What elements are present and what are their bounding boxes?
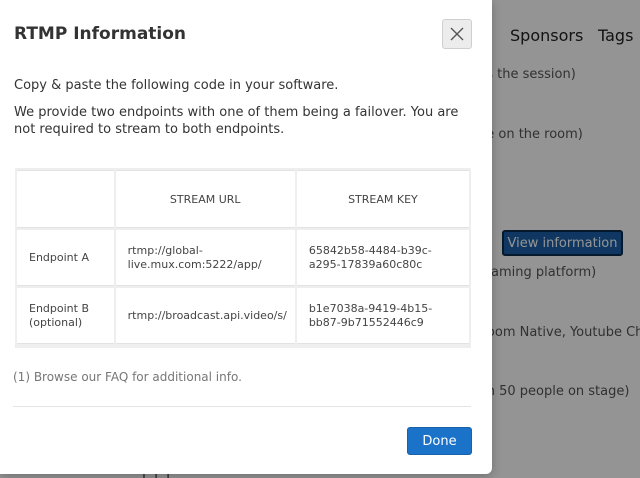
table-row: Endpoint B (optional) rtmp://broadcast.a… [17, 288, 469, 344]
faq-note: (1) Browse our FAQ for additional info. [13, 370, 242, 384]
table-row: Endpoint A rtmp://global-live.mux.com:52… [17, 230, 469, 286]
stream-url[interactable]: rtmp://broadcast.api.video/s/ [115, 288, 295, 344]
close-icon [450, 27, 464, 41]
instruction-text: Copy & paste the following code in your … [14, 78, 339, 93]
rtmp-endpoints-table: STREAM URL STREAM KEY Endpoint A rtmp://… [15, 168, 471, 346]
endpoint-name: Endpoint B (optional) [17, 288, 114, 344]
description-text: We provide two endpoints with one of the… [14, 105, 459, 137]
header-stream-url: STREAM URL [115, 170, 295, 228]
header-endpoint [17, 170, 114, 228]
done-button[interactable]: Done [407, 427, 472, 455]
rtmp-information-modal: RTMP Information Copy & paste the follow… [0, 0, 492, 474]
header-stream-key: STREAM KEY [296, 170, 469, 228]
endpoint-name: Endpoint A [17, 230, 114, 286]
close-button[interactable] [442, 19, 472, 49]
stream-key[interactable]: b1e7038a-9419-4b15-bb87-9b71552446c9 [296, 288, 469, 344]
stream-url[interactable]: rtmp://global-live.mux.com:5222/app/ [115, 230, 295, 286]
footer-divider [13, 406, 471, 407]
table-header-row: STREAM URL STREAM KEY [17, 170, 469, 228]
stream-key[interactable]: 65842b58-4484-b39c-a295-17839a60c80c [296, 230, 469, 286]
modal-title: RTMP Information [14, 24, 187, 44]
